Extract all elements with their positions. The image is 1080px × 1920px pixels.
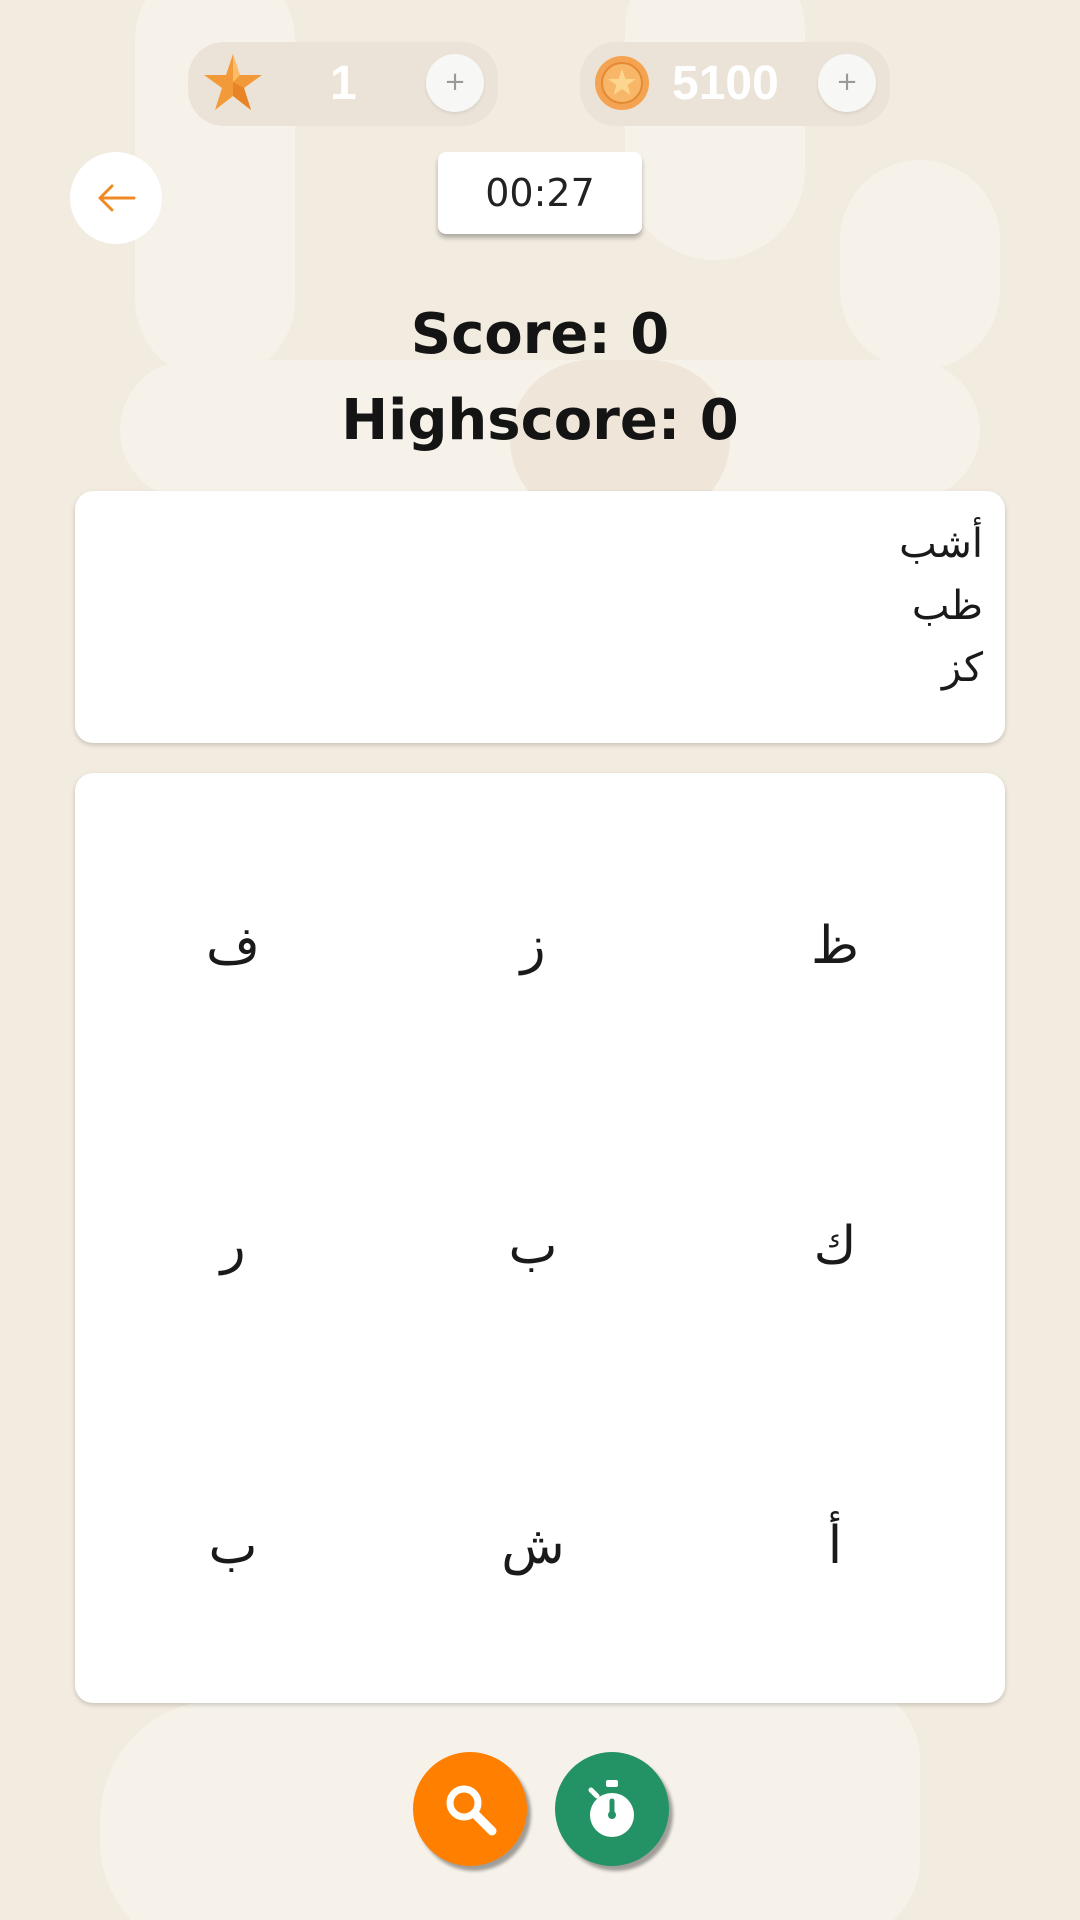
coins-counter: 5100 +: [580, 42, 890, 126]
stars-counter: 1 +: [188, 42, 498, 126]
target-word: كز: [941, 645, 983, 691]
magnifier-icon: [446, 1785, 497, 1836]
letter-tile[interactable]: أ: [765, 1496, 905, 1596]
coins-value: 5100: [672, 57, 779, 110]
letter-tile[interactable]: ش: [463, 1496, 603, 1596]
add-stars-button[interactable]: +: [426, 54, 484, 112]
letter-tile[interactable]: ز: [463, 896, 603, 996]
letter-tile[interactable]: ب: [463, 1196, 603, 1296]
background-shape: [625, 0, 805, 260]
add-coins-button[interactable]: +: [818, 54, 876, 112]
target-words-list: أشب ظب كز: [899, 513, 983, 699]
letter-tile[interactable]: ك: [765, 1196, 905, 1296]
score-text: Score: 0: [410, 302, 670, 367]
target-words-panel: أشب ظب كز: [75, 491, 1005, 743]
freeze-time-button[interactable]: [555, 1752, 669, 1866]
coin-icon: [594, 55, 650, 115]
letter-tile[interactable]: ر: [163, 1196, 303, 1296]
hint-button[interactable]: [413, 1752, 527, 1866]
highscore-text: Highscore: 0: [341, 388, 739, 453]
stars-value: 1: [330, 57, 357, 110]
letter-tile[interactable]: ف: [163, 896, 303, 996]
letter-tile[interactable]: ب: [163, 1496, 303, 1596]
letter-tile[interactable]: ظ: [765, 896, 905, 996]
arrow-left-icon: [98, 184, 136, 212]
target-word: أشب: [899, 521, 983, 567]
countdown-timer: 00:27: [438, 152, 642, 234]
star-icon: [202, 52, 264, 118]
target-word: ظب: [911, 583, 983, 629]
letter-grid-panel: ظ ز ف ك ب ر أ ش ب: [75, 773, 1005, 1703]
stopwatch-icon: [588, 1780, 634, 1837]
background-shape: [760, 1680, 920, 1920]
back-button[interactable]: [70, 152, 162, 244]
